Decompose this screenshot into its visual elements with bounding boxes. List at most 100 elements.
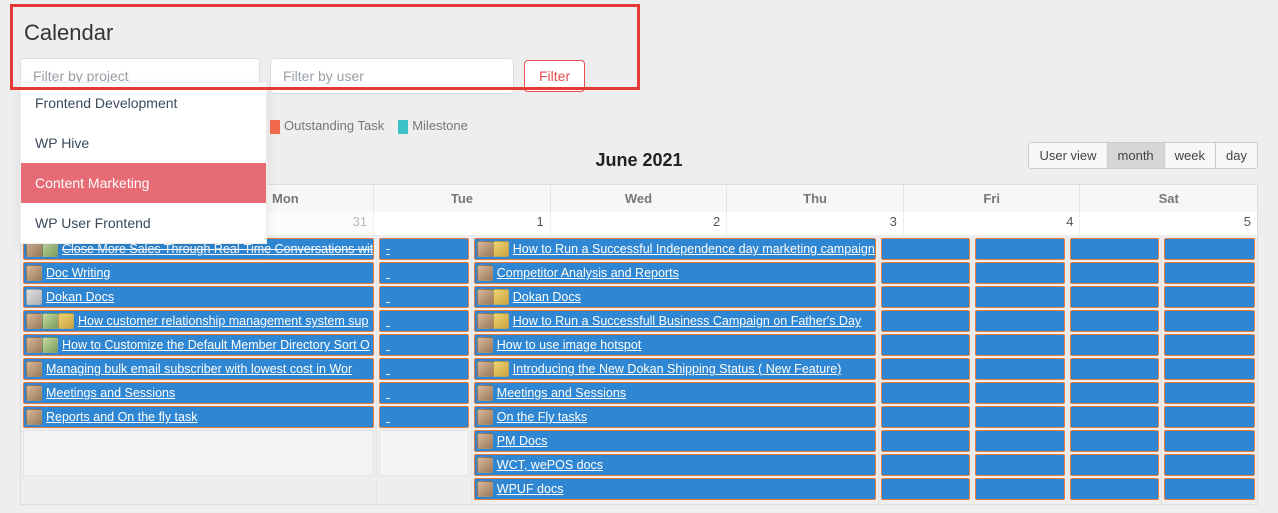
event[interactable] [881, 478, 971, 500]
event-title[interactable]: Doc Writing [46, 266, 110, 280]
event[interactable] [1164, 334, 1255, 356]
view-tab-week[interactable]: week [1165, 143, 1216, 168]
event[interactable] [1070, 454, 1160, 476]
event-title[interactable] [386, 242, 389, 256]
event[interactable] [881, 430, 971, 452]
event[interactable] [975, 334, 1065, 356]
date-cell[interactable]: 1 [374, 212, 551, 236]
event[interactable] [881, 310, 971, 332]
event[interactable] [379, 406, 469, 428]
event[interactable] [975, 430, 1065, 452]
view-tab-day[interactable]: day [1216, 143, 1257, 168]
event[interactable] [881, 406, 971, 428]
event-title[interactable] [386, 386, 389, 400]
event[interactable]: Competitor Analysis and Reports [474, 262, 876, 284]
event[interactable] [379, 382, 469, 404]
date-cell[interactable]: 2 [551, 212, 728, 236]
date-cell[interactable]: 3 [727, 212, 904, 236]
event[interactable] [1164, 382, 1255, 404]
event[interactable] [881, 262, 971, 284]
event[interactable]: Dokan Docs [23, 286, 374, 308]
event[interactable]: Meetings and Sessions [474, 382, 876, 404]
event[interactable] [1164, 238, 1255, 260]
event[interactable] [379, 286, 469, 308]
event[interactable]: Meetings and Sessions [23, 382, 374, 404]
event-title[interactable]: WCT, wePOS docs [497, 458, 603, 472]
event[interactable] [1070, 430, 1160, 452]
event-title[interactable]: How customer relationship management sys… [78, 314, 368, 328]
date-cell[interactable]: 4 [904, 212, 1081, 236]
event[interactable] [1164, 358, 1255, 380]
event-title[interactable] [386, 266, 389, 280]
event[interactable] [1164, 286, 1255, 308]
event[interactable]: How to Run a Successfull Business Campai… [474, 310, 876, 332]
event[interactable]: WPUF docs [474, 478, 876, 500]
event[interactable] [975, 238, 1065, 260]
event[interactable] [1070, 334, 1160, 356]
event[interactable] [1164, 454, 1255, 476]
event-title[interactable]: How to Run a Successful Independence day… [513, 242, 875, 256]
event[interactable] [379, 358, 469, 380]
event[interactable] [1164, 310, 1255, 332]
event-title[interactable]: How to use image hotspot [497, 338, 642, 352]
event[interactable] [975, 286, 1065, 308]
event-title[interactable]: Managing bulk email subscriber with lowe… [46, 362, 352, 376]
event[interactable] [975, 382, 1065, 404]
event-title[interactable] [386, 338, 389, 352]
event-title[interactable]: Competitor Analysis and Reports [497, 266, 679, 280]
dropdown-item-frontend[interactable]: Frontend Development [21, 83, 266, 123]
event[interactable] [1070, 286, 1160, 308]
event-title[interactable]: PM Docs [497, 434, 548, 448]
event[interactable] [1070, 382, 1160, 404]
filter-button[interactable]: Filter [524, 60, 585, 92]
event-title[interactable] [386, 290, 389, 304]
event-title[interactable] [386, 362, 389, 376]
event-title[interactable]: How to Customize the Default Member Dire… [62, 338, 370, 352]
event[interactable] [379, 238, 469, 260]
event[interactable]: How to Customize the Default Member Dire… [23, 334, 374, 356]
event[interactable] [379, 262, 469, 284]
event-title[interactable]: Meetings and Sessions [46, 386, 175, 400]
event[interactable] [1070, 310, 1160, 332]
event[interactable]: On the Fly tasks [474, 406, 876, 428]
event-title[interactable]: How to Run a Successfull Business Campai… [513, 314, 861, 328]
event[interactable] [881, 286, 971, 308]
event[interactable] [1070, 358, 1160, 380]
event[interactable] [1070, 406, 1160, 428]
dropdown-item-wpuser[interactable]: WP User Frontend [21, 203, 266, 243]
event[interactable]: Dokan Docs [474, 286, 876, 308]
view-tab-month[interactable]: month [1108, 143, 1165, 168]
event[interactable]: PM Docs [474, 430, 876, 452]
event[interactable] [975, 262, 1065, 284]
event-title[interactable]: On the Fly tasks [497, 410, 587, 424]
dropdown-item-wphive[interactable]: WP Hive [21, 123, 266, 163]
event[interactable] [379, 334, 469, 356]
event[interactable]: How to Run a Successful Independence day… [474, 238, 876, 260]
event[interactable] [975, 454, 1065, 476]
event[interactable]: How to use image hotspot [474, 334, 876, 356]
event[interactable] [1164, 406, 1255, 428]
event[interactable]: WCT, wePOS docs [474, 454, 876, 476]
event[interactable]: Managing bulk email subscriber with lowe… [23, 358, 374, 380]
date-cell[interactable]: 5 [1080, 212, 1257, 236]
event[interactable] [1164, 430, 1255, 452]
event[interactable]: Reports and On the fly task [23, 406, 374, 428]
event-title[interactable]: Reports and On the fly task [46, 410, 197, 424]
event[interactable] [881, 358, 971, 380]
event-title[interactable]: Meetings and Sessions [497, 386, 626, 400]
event[interactable] [975, 478, 1065, 500]
event-title[interactable]: Dokan Docs [46, 290, 114, 304]
event[interactable] [1164, 262, 1255, 284]
dropdown-item-content-marketing[interactable]: Content Marketing [21, 163, 266, 203]
event[interactable] [1070, 238, 1160, 260]
event[interactable] [975, 310, 1065, 332]
event[interactable] [881, 334, 971, 356]
event-title[interactable] [386, 314, 389, 328]
event-title[interactable]: WPUF docs [497, 482, 564, 496]
event[interactable] [379, 310, 469, 332]
view-tab-user[interactable]: User view [1029, 143, 1107, 168]
event-title[interactable]: Introducing the New Dokan Shipping Statu… [513, 362, 842, 376]
event-title[interactable]: Close More Sales Through Real-Time Conve… [62, 242, 373, 256]
event-title[interactable] [386, 410, 389, 424]
event[interactable] [881, 382, 971, 404]
